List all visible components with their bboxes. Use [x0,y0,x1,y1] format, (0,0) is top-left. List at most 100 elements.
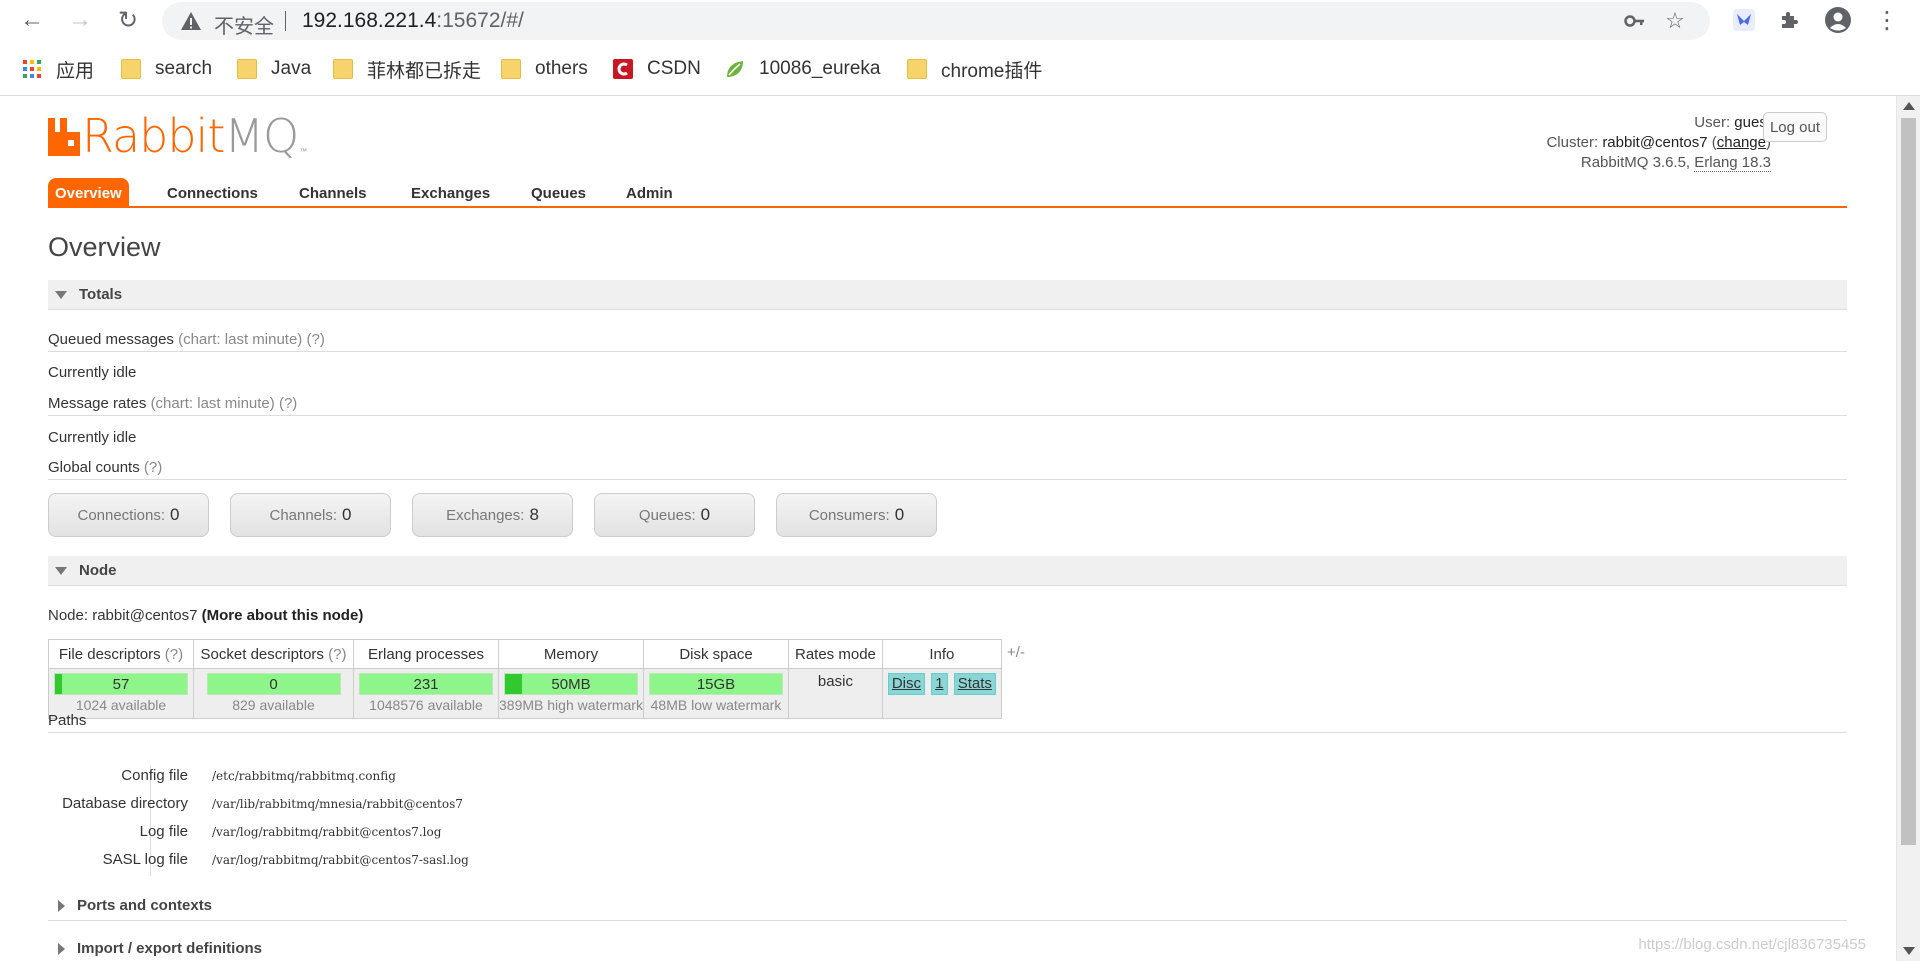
disk-space-bar: 15GB [649,673,783,695]
logout-button[interactable]: Log out [1763,112,1827,142]
count-value: 0 [170,505,180,524]
arrow-right-icon: → [68,6,92,33]
logo-rabbit: Rabbit [82,109,225,163]
stats-badge[interactable]: Stats [953,673,996,695]
count-label: Queues: [638,506,696,524]
watermark-note: 389MB high watermark [499,697,643,713]
help-link[interactable]: (?) [306,331,324,348]
file-descriptors-cell: 57 1024 available [48,668,194,719]
col-erlang-processes: Erlang processes [353,639,499,669]
bookmark-film[interactable]: 菲林都已拆走 [333,54,481,84]
channels-count-box[interactable]: Channels: 0 [230,493,391,537]
totals-section-header[interactable]: Totals [48,280,1847,310]
forward-button[interactable]: → [64,4,96,36]
count-label: Connections: [77,506,166,524]
queues-count-box[interactable]: Queues: 0 [594,493,755,537]
node-stats-table: File descriptors (?) Socket descriptors … [48,639,1002,719]
change-cluster-link[interactable]: change [1717,134,1766,151]
help-link[interactable]: (?) [279,395,297,412]
erlang-processes-bar: 231 [359,673,493,695]
url-path: :15672/#/ [436,9,524,32]
import-export-section-header[interactable]: Import / export definitions [48,934,1847,961]
consumers-count-box[interactable]: Consumers: 0 [776,493,937,537]
help-link[interactable]: (?) [144,459,162,476]
bookmark-chrome-plugins[interactable]: chrome插件 [907,54,1042,84]
url-text: 192.168.221.4:15672/#/ [302,9,524,33]
help-link[interactable]: (?) [328,646,346,663]
menu-kebab-icon[interactable]: ⋮ [1872,5,1902,35]
version-line: RabbitMQ 3.6.5, Erlang 18.3 [1546,153,1771,173]
cluster-label: Cluster: [1546,134,1599,151]
tab-exchanges[interactable]: Exchanges [404,178,497,208]
count-value: 0 [342,505,352,524]
col-rates-mode: Rates mode [788,639,883,669]
rates-chart-link[interactable]: (chart: last minute) [151,395,275,412]
back-button[interactable]: ← [16,4,48,36]
browser-toolbar: ← → ↻ 不安全 192.168.221.4:15672/#/ ☆ ⋮ [0,0,1920,40]
star-icon[interactable]: ☆ [1662,8,1688,34]
count-label: Consumers: [808,506,890,524]
scroll-up-icon[interactable] [1903,102,1915,110]
memory-cell: 50MB 389MB high watermark [498,668,644,719]
tab-queues[interactable]: Queues [524,178,593,208]
bookmark-label: search [155,58,213,79]
rabbitmq-logo[interactable]: RabbitMQ ™ [48,113,308,159]
collapsed-triangle-icon [58,942,65,955]
toggle-columns-link[interactable]: +/- [1007,644,1025,661]
puzzle-icon[interactable] [1775,5,1805,35]
count-value: 0 [700,505,711,524]
user-label: User: [1694,114,1731,131]
global-counts-label: Global counts [48,459,140,476]
bookmark-search[interactable]: search [121,54,212,84]
bookmark-label: 菲林都已拆走 [367,60,482,82]
logo-mq: MQ [224,109,299,163]
help-link[interactable]: (?) [165,646,183,663]
disc-badge[interactable]: Disc [887,673,926,695]
bookmark-apps[interactable]: 应用 [22,54,94,84]
bookmark-java[interactable]: Java [237,54,311,84]
path-value: /var/lib/rabbitmq/mnesia/rabbit@centos7 [212,797,463,811]
more-about-node-link[interactable]: (More about this node) [202,607,364,624]
totals-title: Totals [79,286,123,303]
bar-value: 231 [413,676,439,693]
bar-value: 0 [269,676,278,693]
path-label: SASL log file [102,851,188,868]
page-scrollbar[interactable] [1896,96,1920,961]
message-rates-header: Message rates (chart: last minute) (?) [48,395,1847,416]
queued-chart-link[interactable]: (chart: last minute) [178,331,302,348]
node-count-badge[interactable]: 1 [931,673,948,695]
tab-connections[interactable]: Connections [160,178,265,208]
url-host: 192.168.221.4 [302,9,437,32]
bar-value: 57 [112,676,130,693]
tab-channels[interactable]: Channels [292,178,374,208]
logo-trademark: ™ [299,147,308,156]
path-label: Log file [139,823,188,840]
insecure-label: 不安全 [214,16,274,38]
exchanges-count-box[interactable]: Exchanges: 8 [412,493,573,537]
key-icon[interactable] [1622,8,1648,34]
available-note: 1024 available [75,697,167,713]
extension-bird-icon[interactable] [1729,5,1759,35]
ports-title: Ports and contexts [77,897,213,914]
bar-fill [55,674,63,694]
reload-button[interactable]: ↻ [112,4,144,36]
tab-overview[interactable]: Overview [48,178,129,208]
connections-count-box[interactable]: Connections: 0 [48,493,209,537]
memory-bar: 50MB [504,673,638,695]
reload-icon: ↻ [117,6,139,34]
spring-leaf-icon [727,61,743,77]
count-label: Channels: [269,506,338,524]
address-bar[interactable]: 不安全 192.168.221.4:15672/#/ ☆ [162,2,1710,40]
rabbitmq-version: RabbitMQ 3.6.5, [1580,154,1691,171]
scroll-down-icon[interactable] [1903,947,1915,955]
account-icon[interactable] [1823,5,1853,35]
tab-admin[interactable]: Admin [619,178,680,208]
scroll-thumb[interactable] [1901,118,1916,845]
col-disk-space: Disk space [643,639,789,669]
folder-icon [121,59,141,79]
bookmark-csdn[interactable]: CSDN [613,54,701,84]
bookmark-eureka[interactable]: 10086_eureka [725,54,881,84]
node-section-header[interactable]: Node [48,556,1847,586]
ports-section-header[interactable]: Ports and contexts [48,891,1847,921]
bookmark-others[interactable]: others [501,54,588,84]
